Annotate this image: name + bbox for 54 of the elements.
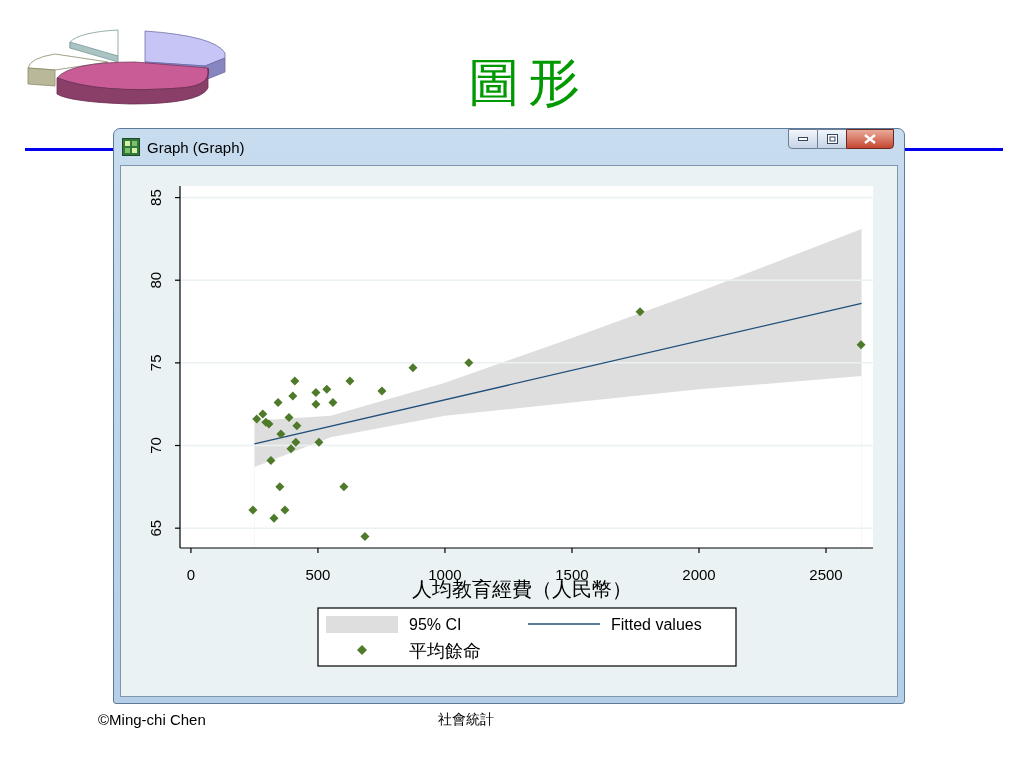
axis-tick-label: 80	[147, 271, 164, 289]
data-point	[328, 398, 338, 408]
axis-tick-label: 65	[147, 519, 164, 537]
maximize-icon	[826, 134, 838, 144]
slide-title: 圖形	[467, 52, 588, 112]
graph-window-icon	[122, 138, 140, 156]
data-point	[292, 421, 302, 431]
data-point	[276, 429, 286, 439]
data-point	[311, 388, 321, 398]
axis-tick-label: 2500	[809, 566, 843, 583]
minimize-button[interactable]	[788, 129, 818, 149]
footer-text: 社會統計	[437, 710, 494, 729]
data-point	[377, 386, 387, 396]
data-point	[273, 398, 283, 408]
data-point	[464, 358, 474, 368]
data-point	[288, 391, 298, 401]
data-point	[314, 437, 324, 447]
data-point	[339, 482, 349, 492]
data-point	[275, 482, 285, 492]
legend-line-icon	[527, 623, 601, 625]
data-point	[286, 444, 296, 454]
data-point	[635, 307, 645, 317]
data-point	[856, 340, 866, 350]
data-point	[291, 437, 301, 447]
data-point	[269, 513, 279, 523]
minimize-icon	[798, 137, 808, 141]
axis-tick-label: 85	[147, 189, 164, 206]
data-point	[248, 505, 258, 515]
data-point	[311, 399, 321, 409]
legend-swatch	[326, 616, 398, 633]
axis-tick-label: 75	[147, 354, 164, 372]
data-point	[284, 412, 294, 422]
legend-label: 平均餘命	[409, 641, 481, 661]
data-point	[360, 531, 370, 541]
data-point	[322, 384, 332, 394]
close-icon	[864, 134, 876, 144]
data-point	[258, 409, 268, 419]
close-button[interactable]	[846, 129, 894, 149]
axis-tick-label: 70	[147, 437, 164, 454]
window-title: Graph (Graph)	[147, 138, 245, 158]
maximize-button[interactable]	[818, 129, 846, 149]
legend-marker-icon	[357, 645, 367, 655]
copyright-text: ©Ming-chi Chen	[98, 710, 206, 730]
axis-tick-label: 0	[186, 566, 196, 583]
data-point	[345, 376, 355, 386]
data-point	[408, 363, 418, 373]
legend-label: Fitted values	[611, 616, 702, 633]
data-point	[266, 455, 276, 465]
data-point	[280, 505, 290, 515]
data-point	[290, 376, 300, 386]
axis-tick-label: 500	[305, 566, 331, 583]
legend-label: 95% CI	[409, 616, 462, 633]
data-point	[252, 414, 262, 424]
axis-tick-label: 2000	[682, 566, 716, 583]
